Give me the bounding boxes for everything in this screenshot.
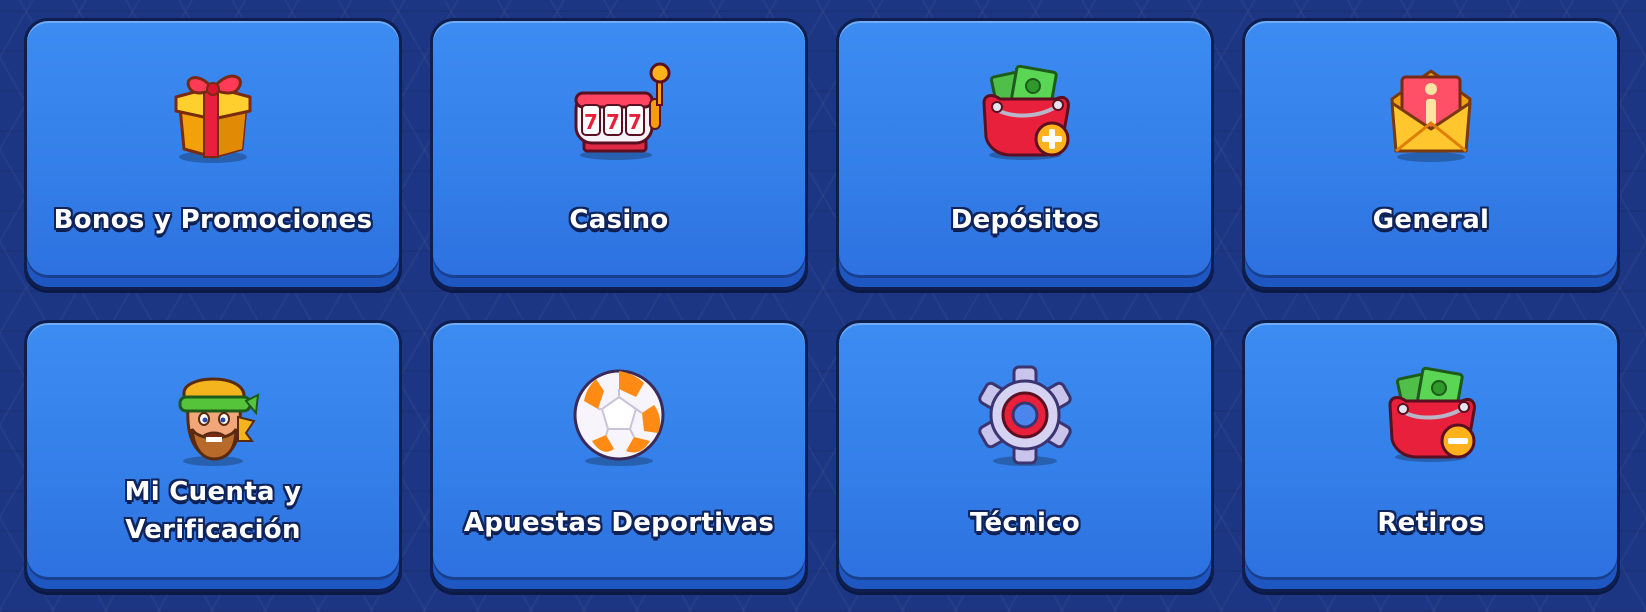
category-card-general[interactable]: General bbox=[1242, 18, 1620, 290]
category-label: Mi Cuenta y Verificación bbox=[37, 473, 389, 549]
category-label: General bbox=[1372, 205, 1490, 235]
gift-icon bbox=[158, 59, 268, 169]
wallet-deposit-icon bbox=[970, 59, 1080, 169]
svg-text:7: 7 bbox=[628, 110, 642, 134]
category-card-depositos[interactable]: Depósitos bbox=[836, 18, 1214, 290]
character-avatar-icon bbox=[158, 361, 268, 471]
category-label: Retiros bbox=[1377, 508, 1485, 538]
info-envelope-icon bbox=[1376, 59, 1486, 169]
gear-icon bbox=[970, 361, 1080, 471]
category-label-line2: Verificación bbox=[125, 515, 301, 545]
soccer-ball-icon bbox=[564, 361, 674, 471]
svg-text:7: 7 bbox=[584, 110, 598, 134]
category-label: Técnico bbox=[969, 508, 1081, 538]
wallet-withdraw-icon bbox=[1376, 361, 1486, 471]
category-card-casino[interactable]: 7 7 7 Casino bbox=[430, 18, 808, 290]
category-card-retiros[interactable]: Retiros bbox=[1242, 320, 1620, 592]
category-label: Bonos y Promociones bbox=[53, 205, 373, 235]
category-label: Casino bbox=[569, 205, 669, 235]
category-label: Depósitos bbox=[950, 205, 1100, 235]
category-label: Apuestas Deportivas bbox=[463, 508, 775, 538]
svg-text:7: 7 bbox=[606, 110, 620, 134]
help-categories-grid: Bonos y Promociones 7 7 7 Casino Depósit… bbox=[24, 18, 1620, 592]
slot-machine-icon: 7 7 7 bbox=[564, 59, 674, 169]
category-card-apuestas-deportivas[interactable]: Apuestas Deportivas bbox=[430, 320, 808, 592]
category-card-tecnico[interactable]: Técnico bbox=[836, 320, 1214, 592]
category-card-mi-cuenta-verificacion[interactable]: Mi Cuenta y Verificación bbox=[24, 320, 402, 592]
category-label-line1: Mi Cuenta y bbox=[124, 477, 302, 507]
category-card-bonos-promociones[interactable]: Bonos y Promociones bbox=[24, 18, 402, 290]
